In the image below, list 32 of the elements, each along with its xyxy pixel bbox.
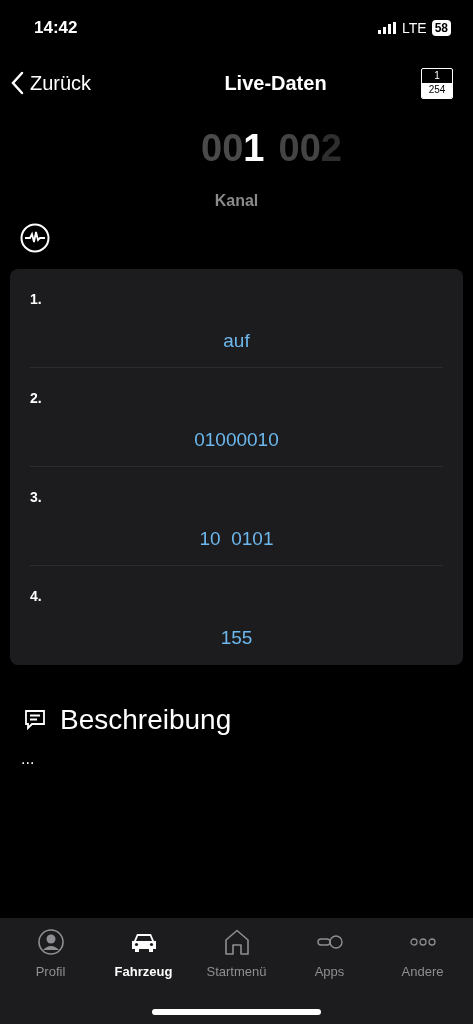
comment-icon xyxy=(24,709,46,731)
waveform-icon[interactable] xyxy=(20,223,50,253)
tab-button[interactable]: Fahrzeug xyxy=(97,928,190,982)
value-text: 10 0101 xyxy=(199,527,274,551)
more-icon xyxy=(409,938,436,946)
status-time: 14:42 xyxy=(34,17,78,40)
toggle-icon xyxy=(316,934,343,950)
channel-label: Kanal xyxy=(214,191,259,211)
house-icon xyxy=(223,929,250,955)
description-text: ... xyxy=(20,749,35,769)
tab-button[interactable]: Startmenü xyxy=(190,928,283,982)
value-text: 01000010 xyxy=(194,428,279,452)
row-index: 4. xyxy=(30,587,42,606)
chevron-left-icon xyxy=(10,71,24,95)
row-index: 2. xyxy=(30,389,42,408)
tab-button[interactable]: Profil xyxy=(4,928,97,982)
value-text: 155 xyxy=(220,626,253,650)
person-icon xyxy=(37,929,64,955)
network-label: LTE xyxy=(402,18,427,38)
tab-button[interactable]: Apps xyxy=(283,928,376,982)
counter-button[interactable]: 1 254 xyxy=(421,67,453,99)
battery-level: 58 xyxy=(431,20,451,36)
car-icon xyxy=(130,931,157,953)
channel-number[interactable]: 001 xyxy=(201,120,265,177)
value-text: auf xyxy=(223,329,250,353)
back-button[interactable]: Zurück xyxy=(10,68,130,98)
tab-button[interactable]: Andere xyxy=(376,928,469,982)
section-title: Beschreibung xyxy=(60,703,232,737)
page-title: Live-Daten xyxy=(224,71,327,96)
row-index: 1. xyxy=(30,290,42,309)
signal-icon xyxy=(378,22,397,34)
row-index: 3. xyxy=(30,488,42,507)
